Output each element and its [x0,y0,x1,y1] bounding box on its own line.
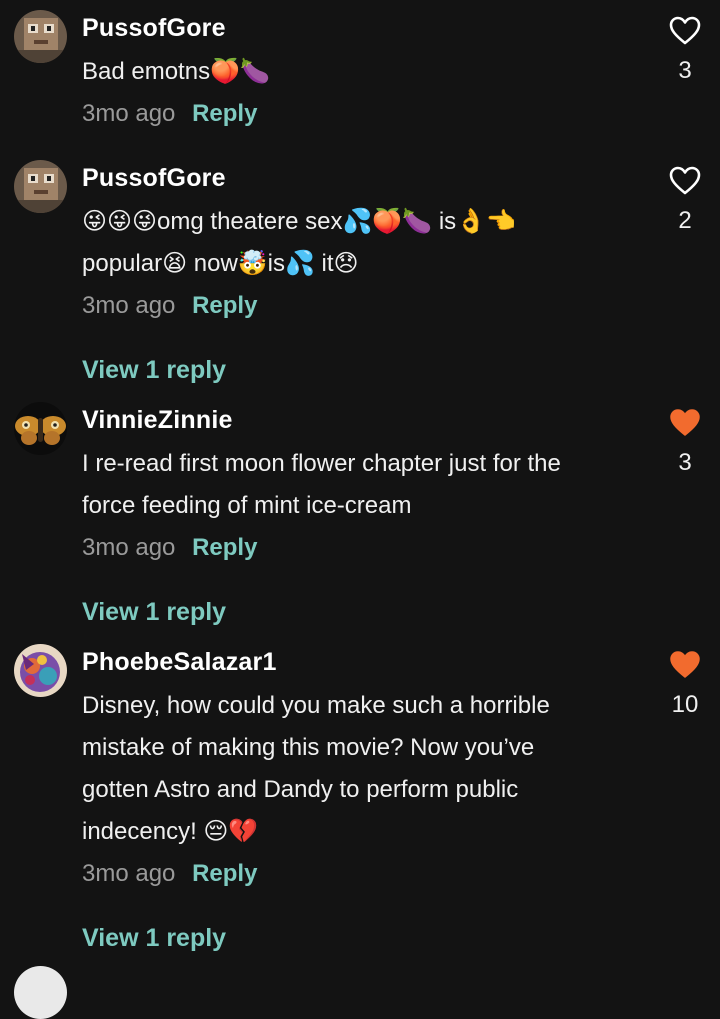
username[interactable]: PussofGore [82,164,226,193]
heart-filled-icon[interactable] [669,650,701,680]
comment-text-line: 😜😜😜omg theatere sex💦🍑🍆 is👌👈 [82,208,516,235]
timestamp: 3mo ago [82,534,176,561]
username[interactable]: PussofGore [82,14,226,43]
like-count: 3 [678,449,692,476]
avatar[interactable] [14,10,67,63]
avatar-image [14,644,67,697]
comment-text: I re-read first moon flower chapter just… [82,443,642,527]
comment-text-line: gotten Astro and Dandy to perform public [82,776,519,803]
comment-meta: 3mo ago Reply [82,534,257,562]
avatar-image [14,160,67,213]
timestamp: 3mo ago [82,100,176,127]
heart-filled-icon[interactable] [669,408,701,438]
heart-outline-icon[interactable] [669,16,701,46]
avatar[interactable] [14,160,67,213]
view-replies-button[interactable]: View 1 reply [82,598,226,627]
comment-text-line: mistake of making this movie? Now you’ve [82,734,535,761]
heart-outline-icon[interactable] [669,166,701,196]
avatar[interactable] [14,644,67,697]
like-count: 10 [671,691,699,718]
comment-text: 😜😜😜omg theatere sex💦🍑🍆 is👌👈 popular😫 now… [82,201,642,285]
reply-button[interactable]: Reply [192,860,257,887]
username[interactable]: VinnieZinnie [82,406,233,435]
reply-button[interactable]: Reply [192,100,257,127]
comment-text-line: indecency! 😔💔 [82,818,259,845]
avatar-image [14,402,67,455]
comment-text-line: Disney, how could you make such a horrib… [82,692,550,719]
view-replies-button[interactable]: View 1 reply [82,924,226,953]
comment-text: Bad emotns🍑🍆 [82,58,270,85]
reply-button[interactable]: Reply [192,292,257,319]
view-replies-button[interactable]: View 1 reply [82,356,226,385]
like-count: 2 [678,207,692,234]
username[interactable]: PhoebeSalazar1 [82,648,277,677]
reply-button[interactable]: Reply [192,534,257,561]
comment-meta: 3mo ago Reply [82,100,257,128]
comment-text: Disney, how could you make such a horrib… [82,685,642,853]
avatar-image [14,10,67,63]
timestamp: 3mo ago [82,292,176,319]
like-count: 3 [678,57,692,84]
comment-text-line: I re-read first moon flower chapter just… [82,450,561,477]
avatar[interactable] [14,402,67,455]
timestamp: 3mo ago [82,860,176,887]
comment-text-line: popular😫 now🤯is💦 it😞 [82,250,359,277]
comment-text-line: force feeding of mint ice-cream [82,492,412,519]
comment-meta: 3mo ago Reply [82,292,257,320]
comment-meta: 3mo ago Reply [82,860,257,888]
